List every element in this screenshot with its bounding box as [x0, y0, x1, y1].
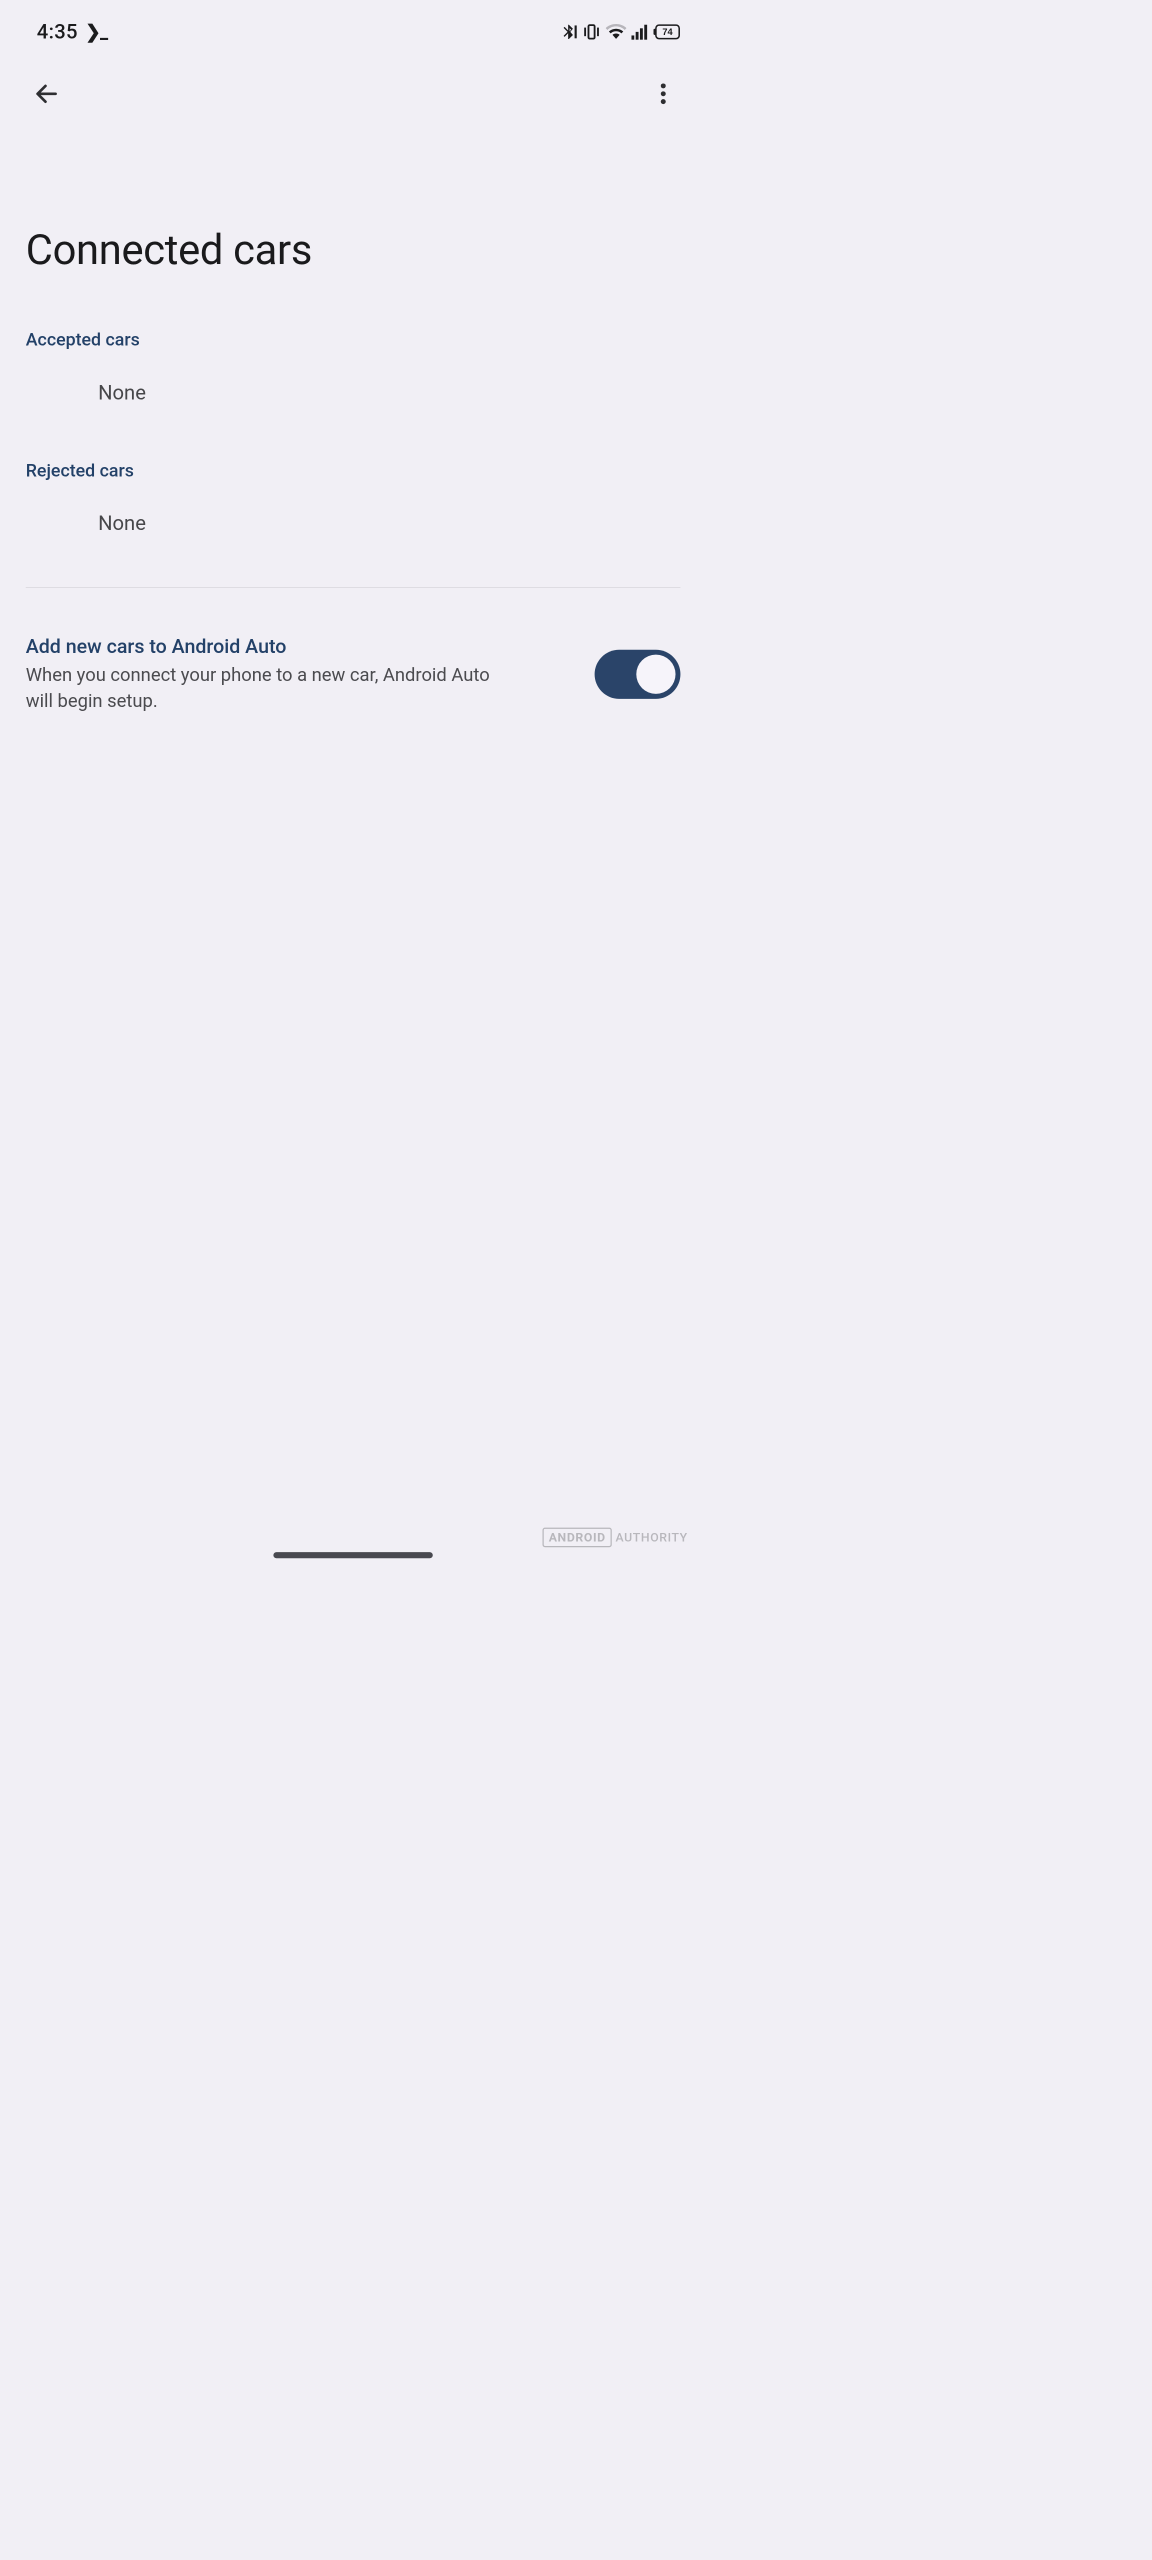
setting-description: When you connect your phone to a new car… [26, 663, 492, 714]
app-bar [0, 54, 706, 134]
more-vert-icon [650, 80, 677, 107]
signal-icon [631, 24, 648, 40]
status-time: 4:35 [37, 20, 78, 44]
accepted-cars-value: None [0, 357, 706, 430]
terminal-icon: ❯_ [85, 21, 107, 42]
setting-text: Add new cars to Android Auto When you co… [26, 634, 570, 714]
toggle-thumb [636, 655, 675, 694]
gesture-bar[interactable] [273, 1552, 432, 1558]
watermark: ANDROID AUTHORITY [543, 1528, 688, 1548]
bluetooth-icon [560, 23, 577, 41]
watermark-brand: ANDROID [543, 1528, 612, 1548]
status-right: 74 [560, 23, 681, 41]
section-header-rejected: Rejected cars [0, 430, 706, 488]
rejected-cars-value: None [0, 487, 706, 560]
status-left: 4:35 ❯_ [37, 20, 108, 44]
watermark-site: AUTHORITY [616, 1530, 688, 1545]
vibrate-icon [582, 24, 600, 40]
setting-title: Add new cars to Android Auto [26, 634, 570, 657]
svg-text:74: 74 [662, 27, 673, 37]
setting-add-new-cars[interactable]: Add new cars to Android Auto When you co… [0, 588, 706, 714]
battery-icon: 74 [653, 24, 681, 40]
back-button[interactable] [25, 72, 69, 116]
page-title: Connected cars [0, 134, 706, 300]
back-arrow-icon [33, 80, 60, 107]
wifi-icon [606, 24, 627, 40]
status-bar: 4:35 ❯_ 74 [0, 0, 706, 54]
toggle-add-new-cars[interactable] [595, 650, 681, 699]
section-header-accepted: Accepted cars [0, 299, 706, 357]
more-button[interactable] [641, 72, 685, 116]
